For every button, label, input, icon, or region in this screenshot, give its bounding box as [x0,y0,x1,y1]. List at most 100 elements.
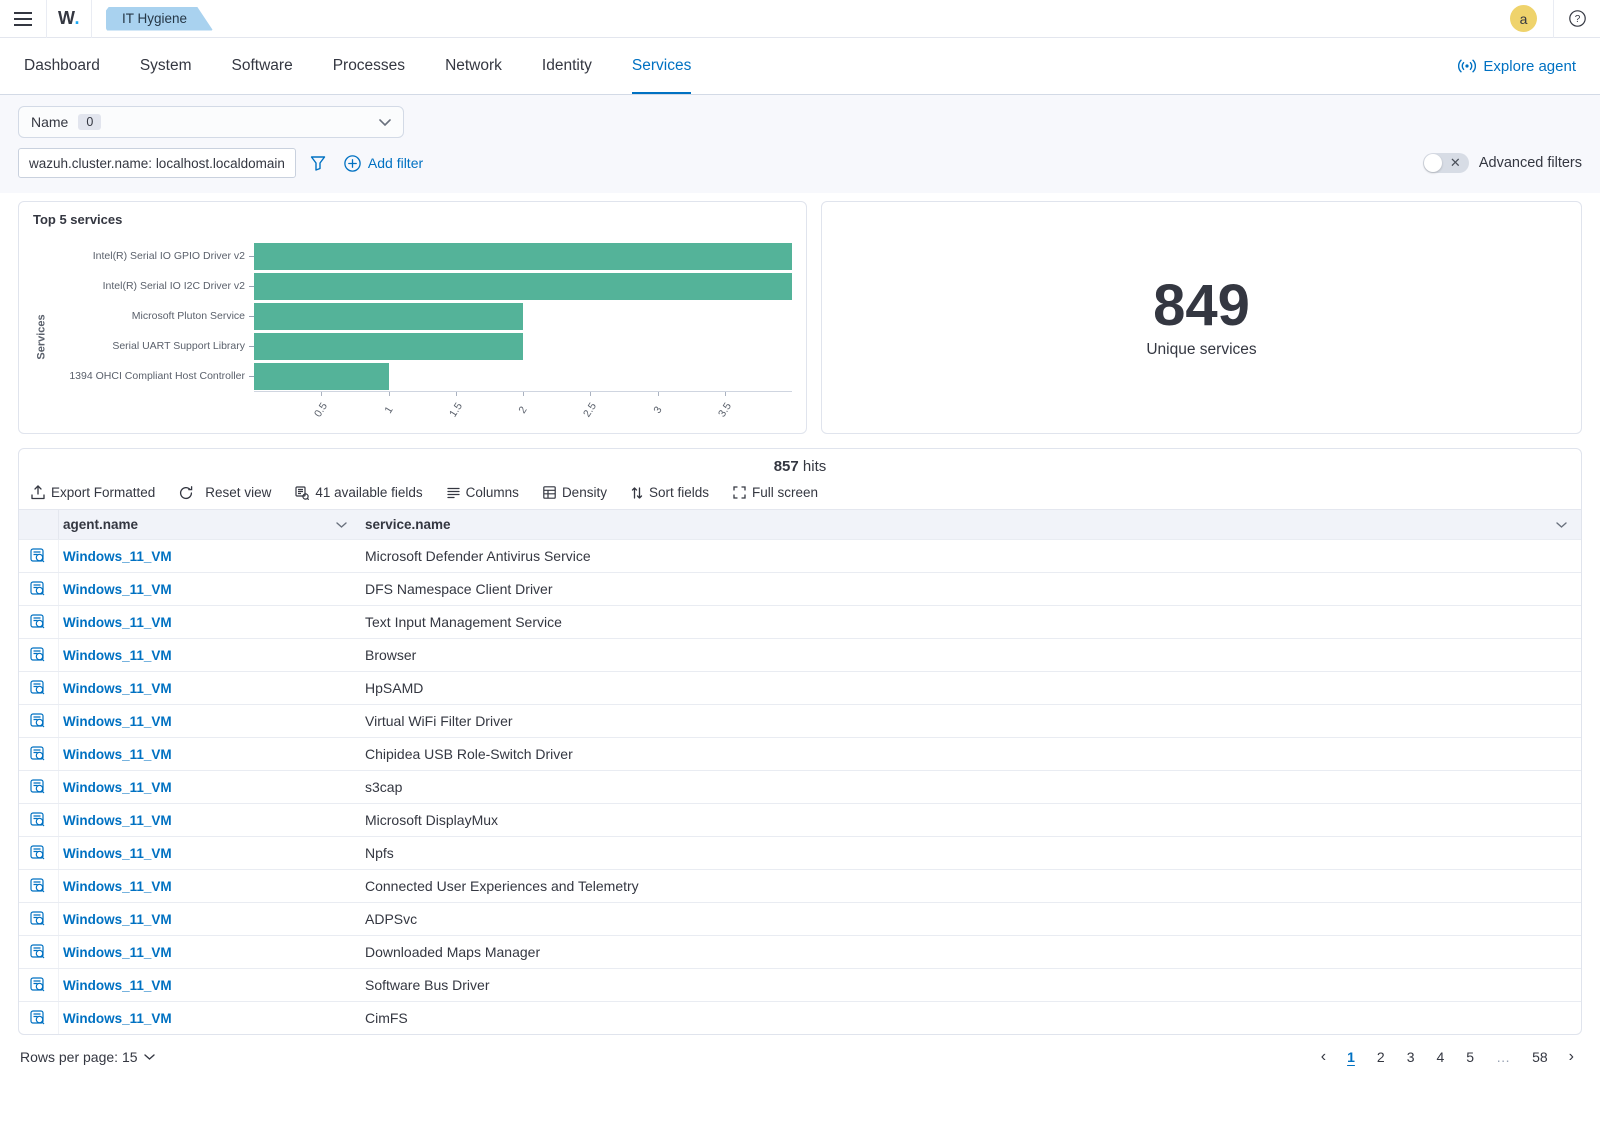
fullscreen-icon [733,486,746,499]
agent-name-link[interactable]: Windows_11_VM [63,648,172,663]
agent-name-link[interactable]: Windows_11_VM [63,813,172,828]
chart-bar[interactable] [254,273,792,300]
chart-bar-track [254,333,792,360]
service-name-cell: ADPSvc [357,911,1581,927]
export-icon [31,485,45,500]
agent-name-link[interactable]: Windows_11_VM [63,1011,172,1026]
inspect-document-icon[interactable] [19,1002,59,1034]
page-button-4[interactable]: 4 [1430,1047,1452,1067]
chart-bar[interactable] [254,243,792,270]
tab-software[interactable]: Software [232,38,293,94]
help-icon[interactable]: ? [1554,10,1600,27]
menu-icon[interactable] [0,12,46,26]
agent-name-link[interactable]: Windows_11_VM [63,681,172,696]
page-button-1[interactable]: 1 [1340,1047,1362,1067]
x-tick-mark [321,392,322,396]
service-name-cell: CimFS [357,1010,1581,1026]
agent-name-cell: Windows_11_VM [59,911,357,927]
inspect-document-icon[interactable] [19,936,59,968]
inspect-document-icon[interactable] [19,771,59,803]
chart-title: Top 5 services [33,212,792,227]
inspect-document-icon[interactable] [19,837,59,869]
page-button-2[interactable]: 2 [1370,1047,1392,1067]
agent-name-link[interactable]: Windows_11_VM [63,978,172,993]
inspect-document-icon[interactable] [19,903,59,935]
table-header-row: agent.name service.name [19,509,1581,539]
table-row: Windows_11_VMDFS Namespace Client Driver [19,572,1581,605]
chart-category-label: Intel(R) Serial IO I2C Driver v2 [51,280,249,292]
unique-services-metric-panel: 849 Unique services [821,201,1582,434]
table-header-agent-name[interactable]: agent.name [59,510,357,539]
inspect-document-icon[interactable] [19,870,59,902]
inspect-document-icon[interactable] [19,573,59,605]
tab-network[interactable]: Network [445,38,502,94]
avatar[interactable]: a [1510,5,1537,32]
agent-name-link[interactable]: Windows_11_VM [63,747,172,762]
agent-name-link[interactable]: Windows_11_VM [63,846,172,861]
table-header-controls-column [19,510,59,539]
add-filter-button[interactable]: Add filter [344,155,423,172]
previous-page-button[interactable]: ‹ [1315,1048,1332,1066]
rows-per-page-selector[interactable]: Rows per page: 15 [20,1049,155,1065]
chart-bar[interactable] [254,333,523,360]
name-filter-select[interactable]: Name 0 [18,106,404,138]
inspect-document-icon[interactable] [19,804,59,836]
filter-funnel-icon[interactable] [310,155,326,171]
table-row: Windows_11_VMSoftware Bus Driver [19,968,1581,1001]
agent-name-link[interactable]: Windows_11_VM [63,582,172,597]
inspect-document-icon[interactable] [19,606,59,638]
agent-name-cell: Windows_11_VM [59,977,357,993]
table-row: Windows_11_VM Npfs [19,836,1581,869]
tab-identity[interactable]: Identity [542,38,592,94]
tab-system[interactable]: System [140,38,192,94]
agent-name-link[interactable]: Windows_11_VM [63,615,172,630]
export-formatted-button[interactable]: Export Formatted [31,485,155,500]
chart-bars: Intel(R) Serial IO GPIO Driver v2Intel(R… [51,241,792,391]
inspect-document-icon[interactable] [19,969,59,1001]
advanced-filters-toggle[interactable]: ✕ [1423,153,1469,173]
agent-name-link[interactable]: Windows_11_VM [63,945,172,960]
tab-services[interactable]: Services [632,38,691,94]
inspect-document-icon[interactable] [19,705,59,737]
x-tick-label: 3 [651,404,664,415]
explore-agent-button[interactable]: Explore agent [1458,38,1576,94]
results-table-panel: 857 hits Export Formatted Reset view 41 … [18,448,1582,1035]
x-tick-label: 2 [516,404,529,415]
x-tick-label: 2.5 [581,401,599,420]
chart-bar[interactable] [254,303,523,330]
tab-processes[interactable]: Processes [333,38,405,94]
available-fields-button[interactable]: 41 available fields [295,485,422,500]
agent-name-link[interactable]: Windows_11_VM [63,879,172,894]
service-name-cell: Microsoft DisplayMux [357,812,1581,828]
service-name-cell: Virtual WiFi Filter Driver [357,713,1581,729]
columns-button[interactable]: Columns [447,485,519,500]
page-button-58[interactable]: 58 [1525,1047,1555,1067]
table-header-service-name[interactable]: service.name [357,510,1581,539]
explore-agent-label: Explore agent [1483,58,1576,75]
density-button[interactable]: Density [543,485,607,500]
page-ellipsis: … [1489,1047,1517,1067]
table-row: Windows_11_VMMicrosoft Defender Antiviru… [19,539,1581,572]
breadcrumb[interactable]: IT Hygiene [106,7,213,31]
app-logo[interactable]: W. [47,8,91,29]
tab-dashboard[interactable]: Dashboard [24,38,100,94]
page-button-3[interactable]: 3 [1400,1047,1422,1067]
inspect-document-icon[interactable] [19,639,59,671]
sort-fields-button[interactable]: Sort fields [631,485,709,500]
chart-bar[interactable] [254,363,389,390]
agent-name-link[interactable]: Windows_11_VM [63,780,172,795]
inspect-document-icon[interactable] [19,738,59,770]
agent-name-link[interactable]: Windows_11_VM [63,549,172,564]
inspect-document-icon[interactable] [19,672,59,704]
chart-bar-track [254,243,792,270]
next-page-button[interactable]: › [1563,1048,1580,1066]
reset-view-button[interactable]: Reset view [179,485,271,500]
agent-name-link[interactable]: Windows_11_VM [63,912,172,927]
service-name-cell: Npfs [357,845,1581,861]
service-name-cell: Text Input Management Service [357,614,1581,630]
full-screen-button[interactable]: Full screen [733,485,818,500]
filter-pill[interactable]: wazuh.cluster.name: localhost.localdomai… [18,148,296,178]
agent-name-link[interactable]: Windows_11_VM [63,714,172,729]
page-button-5[interactable]: 5 [1459,1047,1481,1067]
inspect-document-icon[interactable] [19,540,59,572]
